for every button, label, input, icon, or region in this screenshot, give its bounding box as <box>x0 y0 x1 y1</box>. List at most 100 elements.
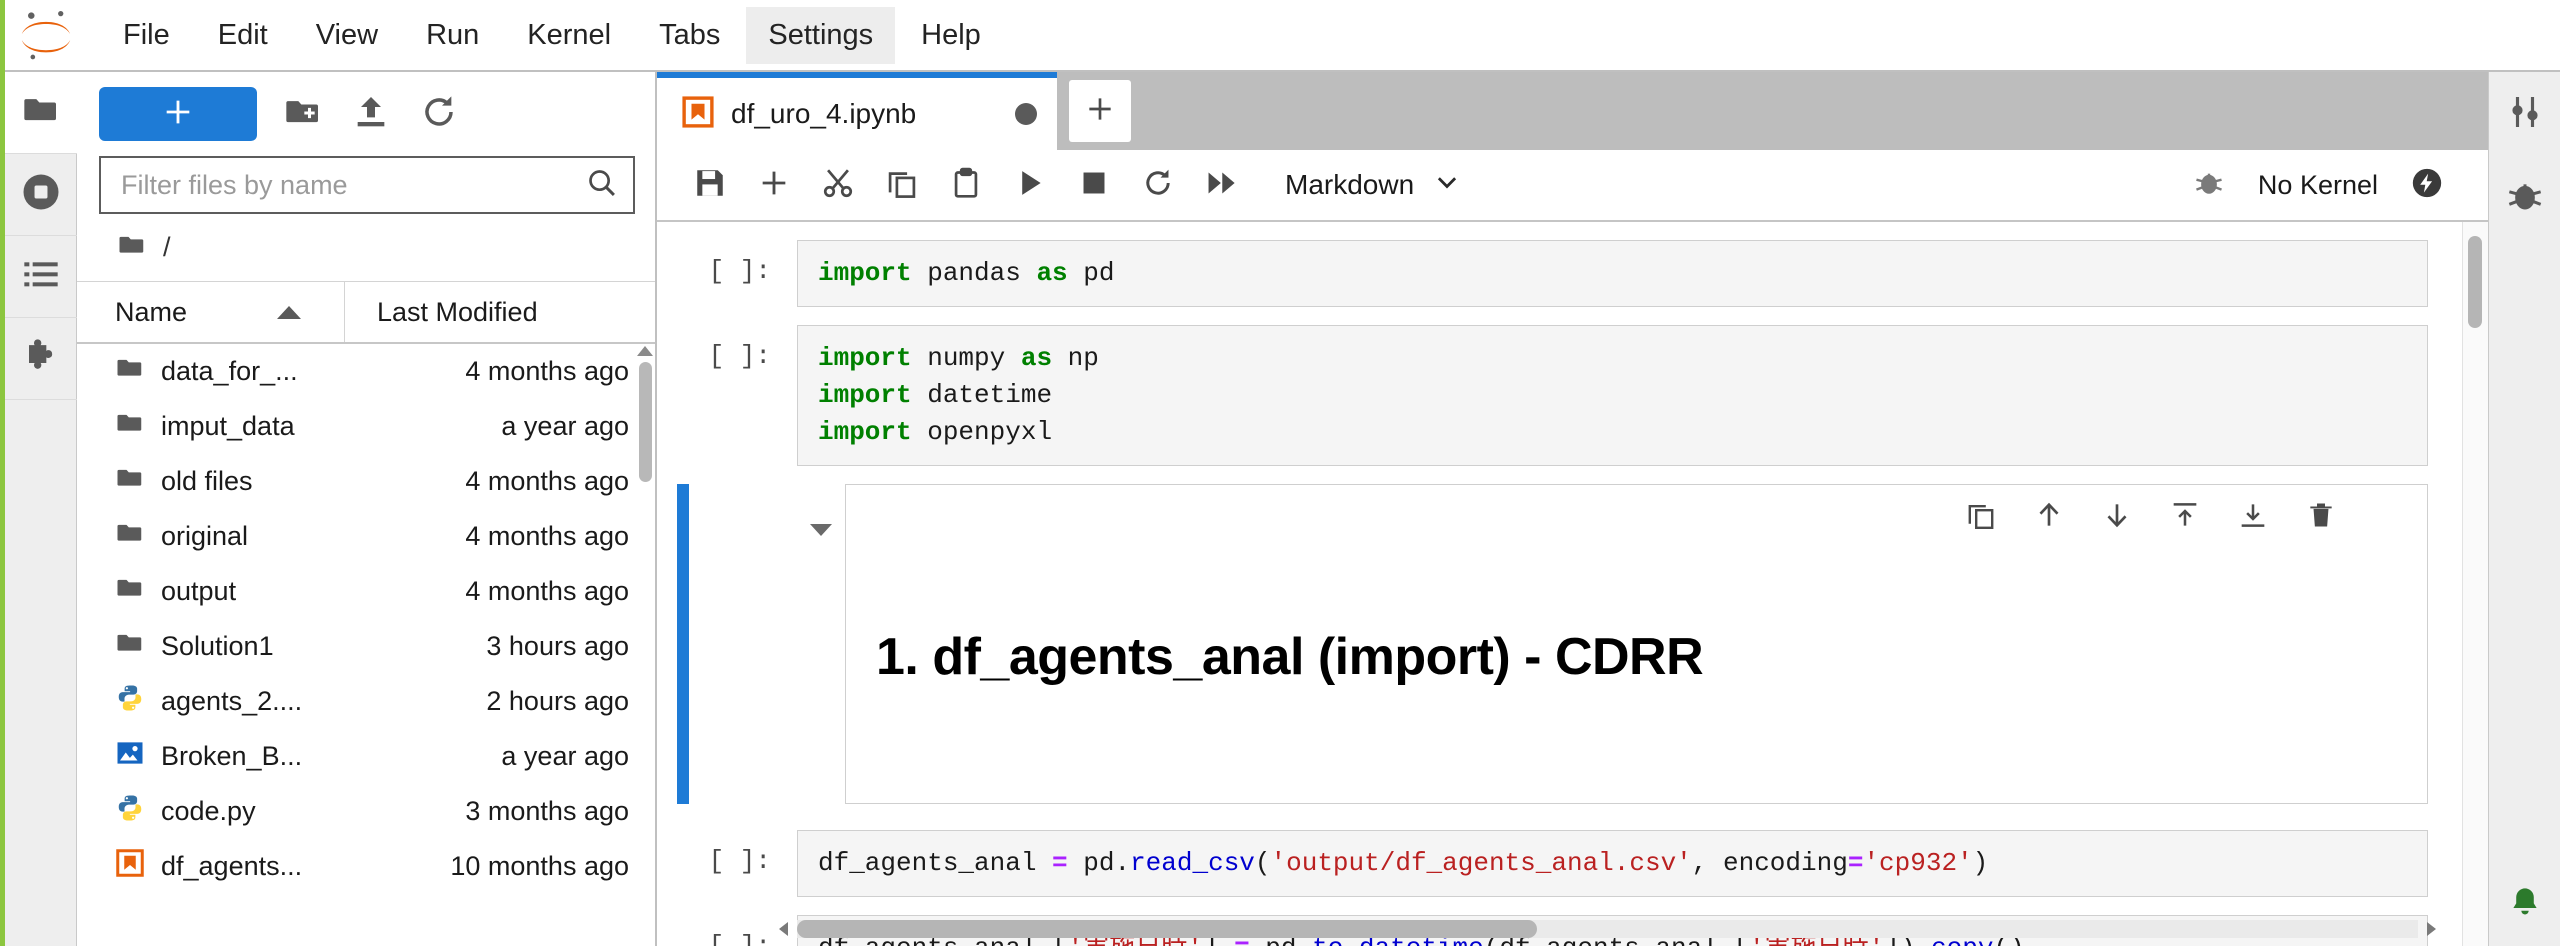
search-input[interactable] <box>119 168 585 202</box>
cell-collapser[interactable] <box>797 484 845 536</box>
list-item[interactable]: original 4 months ago <box>77 509 655 564</box>
file-name-label: original <box>161 521 249 551</box>
restart-and-run-all-button[interactable] <box>1195 158 1249 212</box>
menu-bar: File Edit View Run Kernel Tabs Settings … <box>5 0 2560 72</box>
notebook-horizontal-scrollbar-track[interactable] <box>797 920 2418 938</box>
new-launcher-button[interactable] <box>99 87 257 141</box>
file-name-label: code.py <box>161 796 256 826</box>
stop-icon <box>1077 166 1111 205</box>
file-list-scrollbar[interactable] <box>639 362 652 482</box>
list-item[interactable]: Broken_B... a year ago <box>77 729 655 784</box>
menu-help[interactable]: Help <box>899 7 1003 64</box>
notebook-horizontal-scrollbar[interactable] <box>797 920 1537 938</box>
sidebar-item-running[interactable] <box>4 154 77 236</box>
code-cell[interactable]: [ ]: df_agents_anal = pd.read_csv('outpu… <box>657 829 2488 897</box>
list-item[interactable]: old files 4 months ago <box>77 454 655 509</box>
filter-files-field[interactable] <box>99 156 635 214</box>
notifications-button[interactable] <box>2489 862 2560 946</box>
list-item[interactable]: df_agents... 10 months ago <box>77 839 655 894</box>
tab-title: df_uro_4.ipynb <box>731 98 917 129</box>
notebook-scroll-area[interactable]: [ ]: import pandas as pd [ ]: import num… <box>657 222 2488 946</box>
code-editor[interactable]: import pandas as pd <box>797 240 2428 307</box>
restart-kernel-button[interactable] <box>1131 158 1185 212</box>
menu-edit[interactable]: Edit <box>196 7 290 64</box>
plus-icon <box>1084 93 1116 130</box>
refresh-button[interactable] <box>417 92 461 136</box>
file-modified-cell: 3 months ago <box>465 796 629 826</box>
list-item[interactable]: imput_data a year ago <box>77 399 655 454</box>
debugger-toggle-button[interactable] <box>2182 158 2236 212</box>
file-name-cell: Solution1 <box>77 628 345 665</box>
menu-view[interactable]: View <box>294 7 400 64</box>
column-header-name[interactable]: Name <box>77 282 345 342</box>
cell-type-dropdown[interactable]: Markdown <box>1285 167 1462 204</box>
menu-run[interactable]: Run <box>404 7 501 64</box>
duplicate-cell-button[interactable] <box>1961 495 2001 535</box>
file-name-cell: code.py <box>77 793 345 830</box>
tab-bar: df_uro_4.ipynb <box>657 72 2488 150</box>
sidebar-item-file-browser[interactable] <box>4 72 77 154</box>
run-cell-button[interactable] <box>1003 158 1057 212</box>
list-item[interactable]: Solution1 3 hours ago <box>77 619 655 674</box>
tab-df-uro-4-notebook[interactable]: df_uro_4.ipynb <box>657 72 1057 150</box>
file-modified-cell: a year ago <box>501 741 629 771</box>
menu-tabs[interactable]: Tabs <box>637 7 742 64</box>
upload-icon <box>351 92 391 137</box>
list-item[interactable]: output 4 months ago <box>77 564 655 619</box>
paste-button[interactable] <box>939 158 993 212</box>
move-cell-up-button[interactable] <box>2029 495 2069 535</box>
markdown-cell[interactable]: 1. df_agents_anal (import) - CDRR <box>657 483 2488 804</box>
insert-cell-above-button[interactable] <box>2165 495 2205 535</box>
folder-icon <box>117 230 147 265</box>
folder-icon <box>115 573 145 610</box>
hscroll-right-arrow[interactable] <box>2427 922 2436 936</box>
trash-icon <box>2310 503 2332 527</box>
chevron-down-icon <box>1432 167 1462 204</box>
jupyterlab-window: File Edit View Run Kernel Tabs Settings … <box>0 0 2560 946</box>
markdown-heading: 1. df_agents_anal (import) - CDRR <box>876 628 1704 687</box>
menu-settings[interactable]: Settings <box>746 6 896 64</box>
kernel-status-label[interactable]: No Kernel <box>2258 170 2378 201</box>
code-editor[interactable]: df_agents_anal = pd.read_csv('output/df_… <box>797 829 2428 897</box>
column-header-last-modified-label: Last Modified <box>377 296 538 327</box>
breadcrumb-path[interactable]: / <box>163 232 171 263</box>
sidebar-item-property-inspector[interactable] <box>2489 72 2560 156</box>
file-list[interactable]: data_for_... 4 months ago imput_data a y… <box>77 344 655 946</box>
insert-cell-below-button[interactable] <box>2233 495 2273 535</box>
play-icon <box>1013 166 1047 205</box>
interrupt-kernel-button[interactable] <box>1067 158 1121 212</box>
file-name-label: old files <box>161 466 253 496</box>
new-folder-button[interactable] <box>281 92 325 136</box>
search-icon[interactable] <box>585 166 619 205</box>
markdown-rendered[interactable]: 1. df_agents_anal (import) - CDRR <box>845 483 2428 804</box>
code-cell[interactable]: [ ]: import pandas as pd <box>657 240 2488 307</box>
list-item[interactable]: agents_2.... 2 hours ago <box>77 674 655 729</box>
delete-cell-button[interactable] <box>2301 495 2341 535</box>
move-cell-down-button[interactable] <box>2097 495 2137 535</box>
sliders-icon <box>2505 92 2545 137</box>
unsaved-changes-dot[interactable] <box>1015 103 1037 125</box>
copy-button[interactable] <box>875 158 929 212</box>
menu-kernel[interactable]: Kernel <box>505 7 633 64</box>
new-tab-button[interactable] <box>1069 80 1131 142</box>
upload-button[interactable] <box>349 92 393 136</box>
sidebar-item-toc[interactable] <box>4 236 77 318</box>
breadcrumb[interactable]: / <box>77 214 655 282</box>
code-editor[interactable]: import numpy as np import datetime impor… <box>797 324 2428 466</box>
sidebar-item-debugger[interactable] <box>2489 156 2560 240</box>
bug-icon <box>2505 176 2545 221</box>
cut-button[interactable] <box>811 158 865 212</box>
hscroll-left-arrow[interactable] <box>779 922 788 936</box>
list-item[interactable]: data_for_... 4 months ago <box>77 344 655 399</box>
column-header-last-modified[interactable]: Last Modified <box>345 282 655 342</box>
plus-icon <box>161 95 195 134</box>
code-cell[interactable]: [ ]: import numpy as np import datetime … <box>657 324 2488 466</box>
file-modified-cell: 4 months ago <box>465 576 629 606</box>
insert-cell-button[interactable] <box>747 158 801 212</box>
save-button[interactable] <box>683 158 737 212</box>
list-item[interactable]: code.py 3 months ago <box>77 784 655 839</box>
sidebar-item-extensions[interactable] <box>4 318 77 400</box>
scroll-up-arrow[interactable] <box>637 346 653 356</box>
menu-file[interactable]: File <box>101 7 192 64</box>
kernel-status-indicator[interactable] <box>2400 158 2454 212</box>
